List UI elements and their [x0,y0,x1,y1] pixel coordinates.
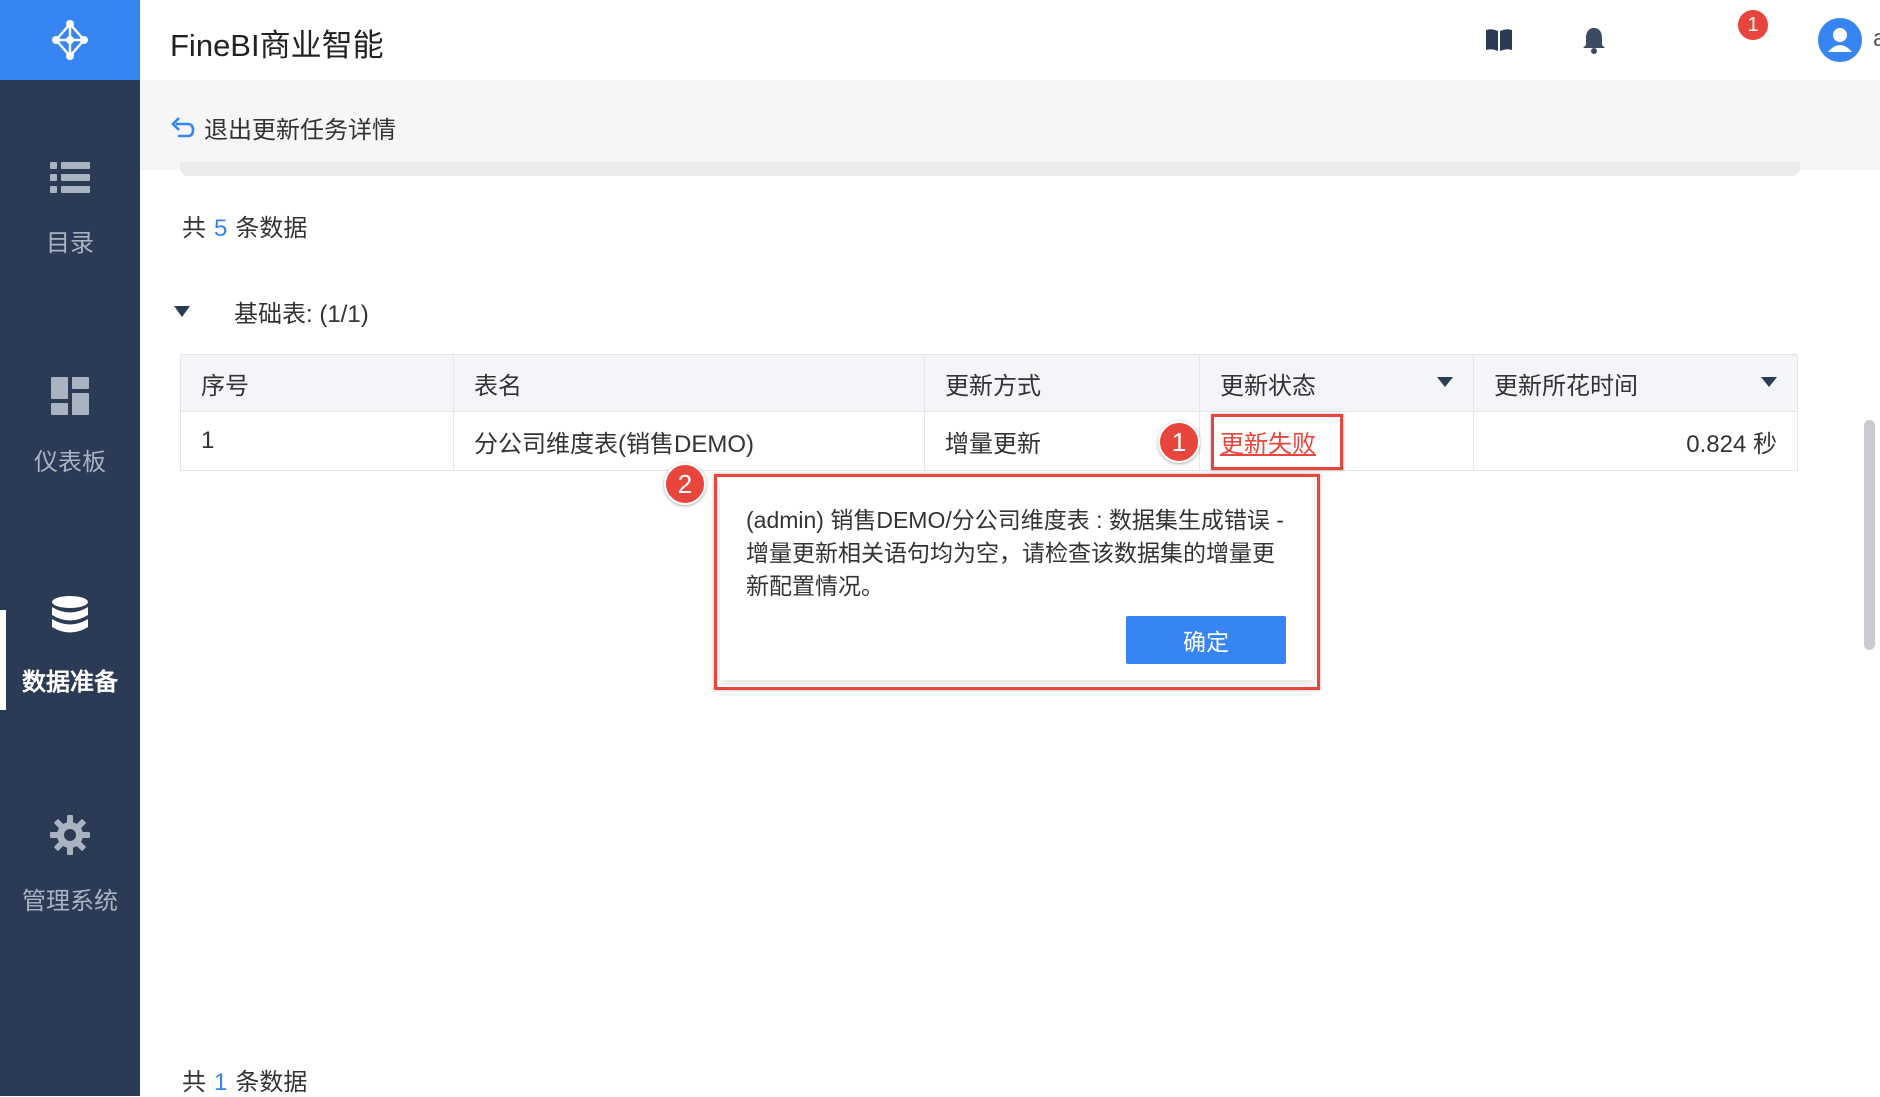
count-prefix: 共 [182,215,206,242]
column-header-status-label: 更新状态 [1220,372,1316,400]
app-title: FineBI商业智能 [170,28,384,63]
gear-icon [50,815,90,855]
count-suffix: 条数据 [235,1069,308,1096]
step-marker-2: 2 [664,463,706,505]
exit-task-details-link[interactable]: 退出更新任务详情 [170,110,396,145]
sidebar-item-label: 数据准备 [22,669,118,696]
horizontal-scrollbar[interactable] [180,162,1800,176]
subheader-bar: 退出更新任务详情 [140,80,1880,170]
username[interactable]: admin [1873,25,1880,53]
filter-caret-icon[interactable] [1437,377,1453,387]
base-table-section: 基础表: (1/1) [174,294,369,329]
dashboard-icon [51,377,89,415]
sidebar-item-data-prep[interactable]: 数据准备 [0,594,140,704]
column-header-method: 更新方式 [924,354,1200,412]
sidebar: 目录 仪表板 数据准备 管理系统 [0,0,140,1096]
count-suffix: 条数据 [235,215,308,242]
highlight-box-status [1211,414,1343,470]
column-header-duration-label: 更新所花时间 [1494,372,1638,400]
sidebar-item-admin[interactable]: 管理系统 [0,813,140,923]
column-header-name: 表名 [453,354,925,412]
book-icon[interactable] [1483,24,1515,56]
user-glyph-icon [1828,28,1852,52]
back-arrow-icon [171,116,195,137]
collapse-caret-icon[interactable] [174,306,190,317]
database-icon [52,596,88,633]
notification-badge: 1 [1738,10,1768,40]
user-avatar-icon[interactable] [1818,18,1862,62]
sidebar-item-label: 仪表板 [34,449,106,476]
top-header: FineBI商业智能 1 admin [140,0,1880,80]
column-header-index: 序号 [180,354,454,412]
cell-index: 1 [180,411,454,471]
back-label: 退出更新任务详情 [204,117,396,144]
sidebar-item-catalog[interactable]: 目录 [0,155,140,265]
step-marker-1: 1 [1158,421,1200,463]
cell-duration: 0.824 秒 [1473,411,1798,471]
column-header-status[interactable]: 更新状态 [1199,354,1474,412]
logo-icon [52,20,88,60]
table-header-row: 序号 表名 更新方式 更新状态 更新所花时间 [180,354,1798,412]
update-task-table: 序号 表名 更新方式 更新状态 更新所花时间 1 分公司维度表(销售DEMO) … [180,354,1798,471]
cell-table-name: 分公司维度表(销售DEMO) [453,411,925,471]
sidebar-item-dashboard[interactable]: 仪表板 [0,374,140,484]
count-value: 5 [214,215,228,242]
column-header-duration[interactable]: 更新所花时间 [1473,354,1798,412]
table-row: 1 分公司维度表(销售DEMO) 增量更新 更新失败 0.824 秒 [180,411,1798,471]
section-label: 基础表: (1/1) [234,301,369,328]
app-logo[interactable] [0,0,140,80]
vertical-scrollbar-thumb[interactable] [1864,420,1875,650]
record-count-bottom: 共 1 条数据 [182,1062,307,1097]
count-value: 1 [214,1069,228,1096]
record-count-top: 共 5 条数据 [182,208,307,243]
sort-caret-icon[interactable] [1761,377,1777,387]
list-icon [50,162,90,193]
bell-icon[interactable] [1578,24,1610,56]
count-prefix: 共 [182,1069,206,1096]
sidebar-item-label: 目录 [46,230,94,257]
highlight-box-dialog [714,474,1320,690]
sidebar-item-label: 管理系统 [22,888,118,915]
